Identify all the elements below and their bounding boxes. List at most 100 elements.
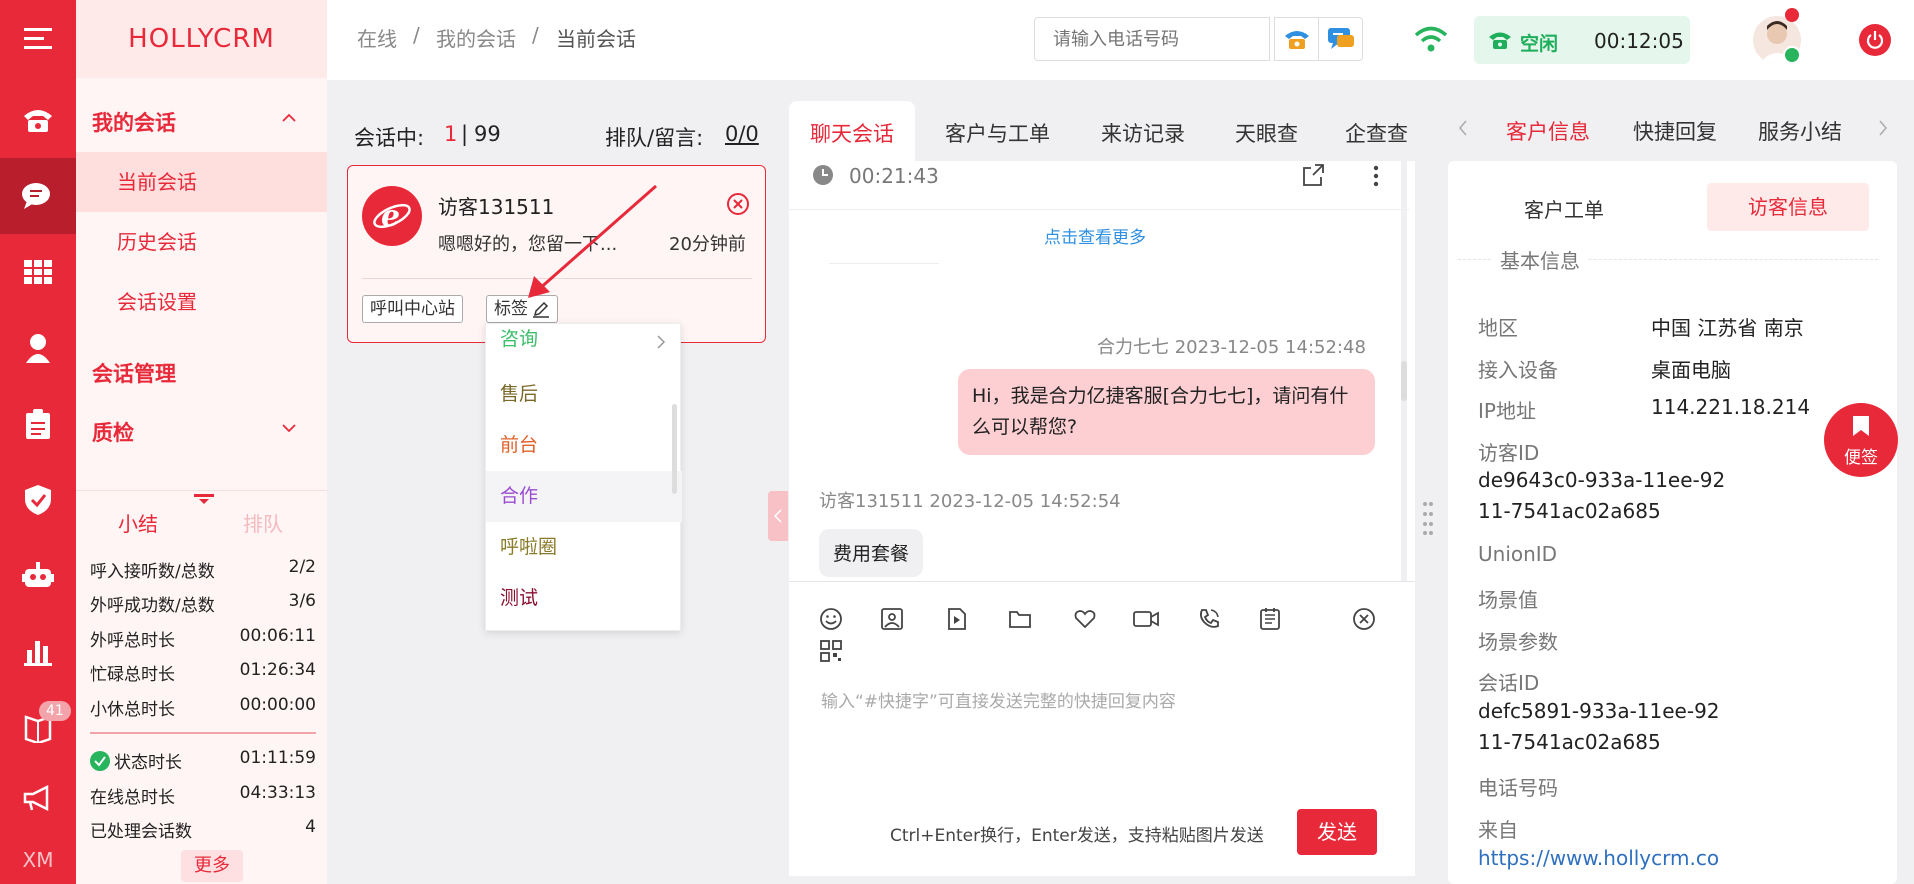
- dial-button[interactable]: [1274, 17, 1319, 61]
- user-icon[interactable]: [0, 310, 76, 386]
- tab-summary[interactable]: 小结: [118, 508, 158, 537]
- menu-item-session-settings[interactable]: 会话设置: [76, 272, 327, 332]
- send-hint: Ctrl+Enter换行，Enter发送，支持粘贴图片发送: [890, 826, 1264, 846]
- tab-service-summary[interactable]: 服务小结: [1758, 116, 1842, 146]
- tab-qichacha[interactable]: 企查查: [1345, 118, 1408, 148]
- tag-option[interactable]: 测试: [486, 573, 682, 624]
- notification-dot: [1785, 8, 1799, 22]
- field-value: 114.221.18.214: [1651, 395, 1811, 419]
- tab-chat[interactable]: 聊天会话: [810, 118, 894, 148]
- breadcrumb-separator: /: [532, 23, 539, 47]
- field-label: 接入设备: [1478, 358, 1558, 382]
- section-title: 基本信息: [1492, 245, 1588, 274]
- more-vertical-icon[interactable]: [1372, 164, 1380, 188]
- menu-item-current-session[interactable]: 当前会话: [76, 152, 327, 212]
- tag-option[interactable]: 前台: [486, 420, 682, 471]
- stat-row: 外呼成功数/总数 3/6: [90, 591, 316, 616]
- field-label: 场景参数: [1478, 630, 1558, 654]
- menu-scrollbar[interactable]: [672, 404, 677, 494]
- queue-value[interactable]: 0/0: [725, 122, 759, 146]
- visitor-message-bubble: 费用套餐: [819, 529, 924, 577]
- tag-option[interactable]: 售后: [486, 369, 682, 420]
- end-session-icon[interactable]: [1352, 607, 1376, 631]
- divider: [829, 263, 939, 264]
- video-file-icon[interactable]: [945, 607, 969, 631]
- megaphone-icon[interactable]: [0, 760, 76, 836]
- edit-icon: [533, 301, 549, 318]
- agent-message-bubble: Hi，我是合力亿捷客服[合力七七]，请问有什么可以帮您?: [958, 369, 1375, 455]
- heart-icon[interactable]: [1073, 607, 1097, 631]
- folder-icon[interactable]: [1008, 607, 1032, 631]
- chevron-down-icon[interactable]: [281, 423, 297, 433]
- close-icon[interactable]: [726, 192, 750, 216]
- menu-group-session-management[interactable]: 会话管理: [92, 358, 176, 388]
- emoji-icon[interactable]: [819, 607, 843, 631]
- tab-customer-ticket[interactable]: 客户与工单: [945, 118, 1050, 148]
- chevron-up-icon[interactable]: [281, 112, 297, 122]
- message-input[interactable]: 输入“#快捷字”可直接发送完整的快捷回复内容: [821, 687, 1381, 712]
- svg-text:e: e: [381, 199, 400, 234]
- menu-group-my-sessions[interactable]: 我的会话: [92, 107, 176, 137]
- more-button[interactable]: 更多: [181, 850, 243, 882]
- load-more-link[interactable]: 点击查看更多: [1044, 223, 1146, 248]
- sms-button[interactable]: [1318, 17, 1363, 61]
- tag-dropdown-menu: 咨询 售后 前台 合作 呼啦圈 测试: [485, 323, 682, 631]
- ie-browser-icon: e: [362, 186, 422, 246]
- power-button[interactable]: [1859, 24, 1891, 56]
- source-url-link[interactable]: https://www.hollycrm.co: [1478, 846, 1719, 870]
- tab-tianyancha[interactable]: 天眼查: [1235, 118, 1298, 148]
- grid-icon[interactable]: [0, 234, 76, 310]
- sort-icon[interactable]: [194, 494, 214, 504]
- phone-icon[interactable]: [0, 82, 76, 158]
- side-menu: HOLLYCRM 我的会话 当前会话 历史会话 会话设置 会话管理 质检 小结 …: [76, 0, 327, 884]
- tab-visit-records[interactable]: 来访记录: [1101, 118, 1185, 148]
- online-status-icon: [1783, 46, 1801, 64]
- chat-scrollbar-thumb[interactable]: [1401, 361, 1407, 401]
- message-meta: 访客131511 2023-12-05 14:52:54: [819, 491, 1121, 512]
- robot-icon[interactable]: [0, 538, 76, 614]
- sticky-note-button[interactable]: 便签: [1824, 403, 1898, 477]
- stat-row: 已处理会话数 4: [90, 817, 316, 842]
- subtab-customer-ticket[interactable]: 客户工单: [1524, 194, 1604, 223]
- check-circle-icon: [90, 750, 110, 771]
- collapse-handle[interactable]: [768, 491, 788, 541]
- tag-option[interactable]: 合作: [486, 471, 682, 522]
- field-value: 中国 江苏省 南京: [1651, 316, 1804, 340]
- menu-group-quality[interactable]: 质检: [92, 417, 134, 447]
- last-message-time: 20分钟前: [669, 234, 746, 255]
- menu-item-history-session[interactable]: 历史会话: [76, 212, 327, 272]
- send-button[interactable]: 发送: [1297, 809, 1377, 855]
- chevron-left-icon[interactable]: [1458, 120, 1468, 136]
- status-timer: 00:12:05: [1594, 29, 1684, 53]
- qr-code-icon[interactable]: [820, 640, 842, 662]
- voice-call-icon[interactable]: [1197, 607, 1221, 631]
- image-icon[interactable]: [880, 607, 904, 631]
- field-label: 场景值: [1478, 588, 1538, 612]
- menu-icon[interactable]: [0, 0, 76, 76]
- phone-icon: [1489, 32, 1511, 49]
- clipboard-icon[interactable]: [0, 386, 76, 462]
- share-icon[interactable]: [1301, 163, 1325, 187]
- video-call-icon[interactable]: [1132, 607, 1160, 631]
- tab-queue[interactable]: 排队: [243, 508, 283, 537]
- max-count: 99: [474, 122, 501, 146]
- breadcrumb-item[interactable]: 在线: [357, 23, 397, 52]
- tag-option[interactable]: 咨询: [486, 324, 682, 360]
- shield-icon[interactable]: [0, 462, 76, 538]
- tag-option[interactable]: 呼啦圈: [486, 522, 682, 573]
- resize-handle[interactable]: [1422, 500, 1434, 536]
- chevron-left-icon: [773, 509, 782, 523]
- annotation-arrow: [528, 184, 657, 298]
- tab-quick-reply[interactable]: 快捷回复: [1633, 116, 1717, 146]
- message-icon: [1327, 28, 1354, 49]
- agent-status[interactable]: 空闲 00:12:05: [1474, 16, 1690, 64]
- tab-customer-info[interactable]: 客户信息: [1506, 116, 1590, 146]
- notes-icon[interactable]: [1258, 607, 1282, 631]
- subtab-visitor-info[interactable]: 访客信息: [1707, 183, 1869, 231]
- session-timer: 00:21:43: [849, 164, 939, 188]
- chevron-right-icon[interactable]: [1878, 120, 1888, 136]
- bar-chart-icon[interactable]: [0, 614, 76, 690]
- phone-input[interactable]: [1034, 17, 1270, 61]
- breadcrumb-item[interactable]: 我的会话: [436, 23, 516, 52]
- chat-icon[interactable]: [0, 158, 76, 234]
